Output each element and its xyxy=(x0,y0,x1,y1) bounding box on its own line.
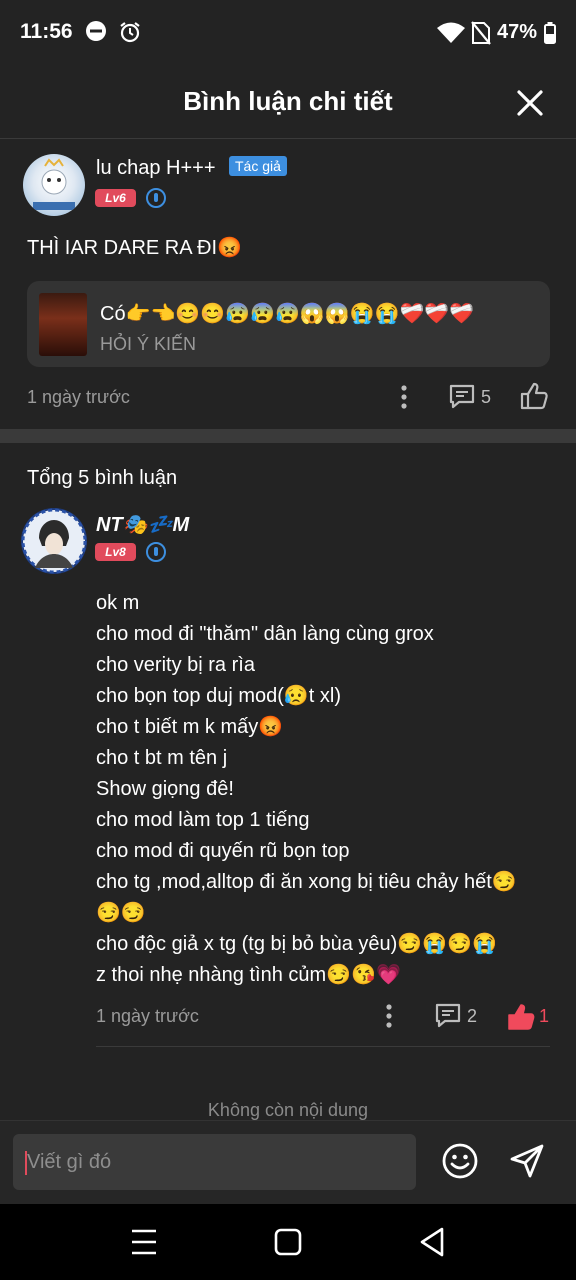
comment-line: cho tg ,mod,alltop đi ăn xong bị tiêu ch… xyxy=(96,871,517,893)
comment-line: cho mod đi "thăm" dân làng cùng grox xyxy=(96,623,434,645)
post-time: 1 ngày trước xyxy=(27,387,130,407)
status-bar: 11:56 47% xyxy=(0,0,576,68)
comment-body: ok m cho mod đi "thăm" dân làng cùng gro… xyxy=(96,588,556,991)
comment-icon[interactable] xyxy=(448,384,476,410)
commenter-avatar[interactable] xyxy=(21,508,87,574)
comment-line: cho độc giả x tg (tg bị bỏ bùa yêu)😏😭😏😭 xyxy=(96,933,497,955)
comment-line: cho t bt m tên j xyxy=(96,747,228,769)
emoji-icon[interactable] xyxy=(441,1142,479,1180)
commenter-level-badge: Lv8 xyxy=(95,543,136,561)
comment-icon[interactable] xyxy=(434,1003,462,1029)
comment-line: cho mod làm top 1 tiếng xyxy=(96,809,310,831)
author-level-badge: Lv6 xyxy=(95,189,136,207)
verified-icon xyxy=(146,542,166,562)
page-title: Bình luận chi tiết xyxy=(183,86,393,116)
quote-text: Có👉👈😊😊😰😰😰😱😱😭😭❤️‍🩹❤️‍🩹❤️‍🩹 xyxy=(100,303,475,325)
page-header: Bình luận chi tiết xyxy=(0,68,576,139)
author-badge: Tác giả xyxy=(229,156,287,176)
comment-line: ok m xyxy=(96,592,140,614)
comment-line: Show giọng đê! xyxy=(96,778,234,800)
comment-input[interactable] xyxy=(13,1134,416,1190)
comment-time: 1 ngày trước xyxy=(96,1006,199,1026)
text-caret xyxy=(25,1151,27,1175)
battery-icon xyxy=(544,22,556,44)
reply-count: 2 xyxy=(467,1006,478,1026)
story-thumbnail xyxy=(39,293,87,356)
comment-count: 5 xyxy=(481,387,492,407)
more-icon[interactable] xyxy=(378,1002,400,1030)
comment-composer xyxy=(0,1120,576,1205)
post-text: THÌ IAR DARE RA ĐI😡 xyxy=(27,237,242,259)
no-sim-icon xyxy=(471,21,491,45)
send-icon[interactable] xyxy=(508,1142,546,1180)
quote-subtitle: HỎI Ý KIẾN xyxy=(100,334,197,354)
like-count: 1 xyxy=(539,1006,550,1026)
alarm-icon xyxy=(120,22,140,43)
dnd-icon xyxy=(86,21,106,41)
quoted-story-card[interactable]: Có👉👈😊😊😰😰😰😱😱😭😭❤️‍🩹❤️‍🩹❤️‍🩹 HỎI Ý KIẾN xyxy=(27,281,550,367)
comment-line: cho mod đi quyến rũ bọn top xyxy=(96,840,350,862)
comment-line: cho bọn top duj mod(😥t xl) xyxy=(96,685,342,707)
comment-line: cho verity bị ra rìa xyxy=(96,654,255,676)
commenter-username[interactable]: NT🎭💤M xyxy=(96,512,189,537)
author-username[interactable]: lu chap H+++ xyxy=(96,157,216,180)
back-nav-icon[interactable] xyxy=(418,1226,446,1258)
home-nav-icon[interactable] xyxy=(274,1228,302,1256)
comment-line: 😏😏 xyxy=(96,902,146,924)
author-avatar[interactable] xyxy=(23,154,85,216)
wifi-icon xyxy=(437,22,465,43)
system-nav-bar xyxy=(0,1204,576,1280)
more-icon[interactable] xyxy=(393,383,415,411)
section-divider xyxy=(0,429,576,443)
status-time: 11:56 xyxy=(20,20,73,43)
end-of-content-label: Không còn nội dung xyxy=(207,1100,369,1120)
total-comments-label: Tổng 5 bình luận xyxy=(27,467,178,489)
comment-line: z thoi nhẹ nhàng tình củm😏😘💗 xyxy=(96,964,401,986)
main-post: lu chap H+++ Tác giả Lv6 THÌ IAR DARE RA… xyxy=(0,139,576,429)
menu-nav-icon[interactable] xyxy=(131,1228,157,1256)
verified-icon xyxy=(146,188,166,208)
like-icon[interactable] xyxy=(506,1002,536,1032)
like-icon[interactable] xyxy=(519,381,549,411)
comment-line: cho t biết m k mấy😡 xyxy=(96,716,284,738)
battery-percent: 47% xyxy=(497,21,538,43)
comment-separator xyxy=(96,1046,550,1047)
close-icon[interactable] xyxy=(513,86,547,120)
